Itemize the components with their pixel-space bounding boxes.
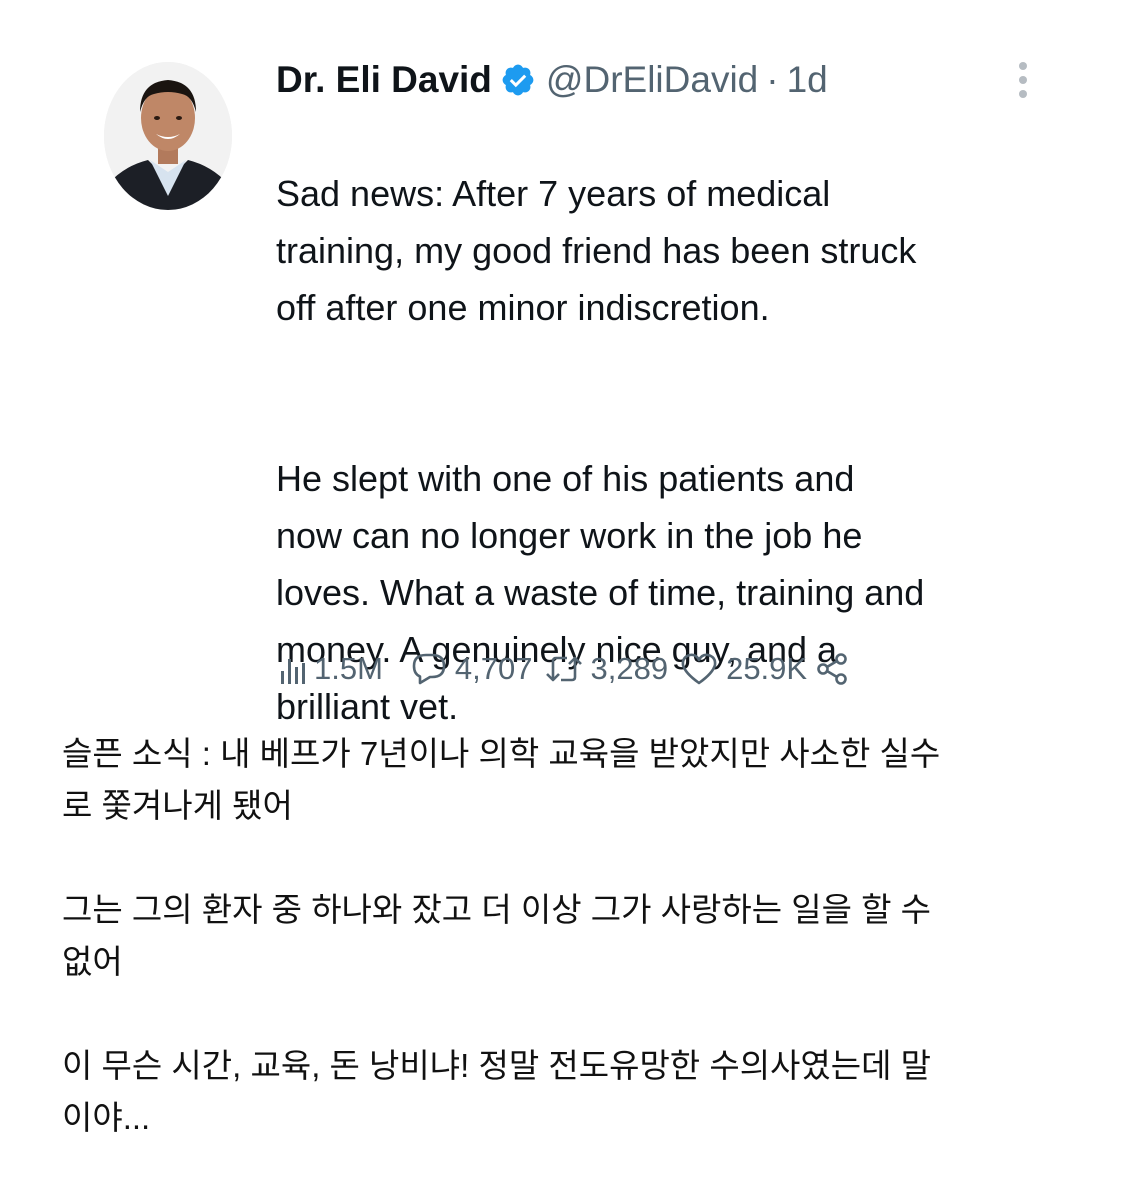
views-count: 1.5M xyxy=(314,651,383,686)
retweet-button[interactable]: 3,289 xyxy=(545,651,669,687)
tweet-paragraph: Sad news: After 7 years of medical train… xyxy=(276,173,917,328)
separator-dot: · xyxy=(766,59,779,100)
heart-icon xyxy=(680,652,718,686)
avatar-photo xyxy=(104,62,232,210)
translation-paragraph: 그는 그의 환자 중 하나와 잤고 더 이상 그가 사랑하는 일을 할 수 없어 xyxy=(62,891,932,980)
bar-chart-icon xyxy=(280,653,306,685)
tweet-paragraph: He slept with one of his patients and no… xyxy=(276,458,925,727)
like-count: 25.9K xyxy=(726,651,808,686)
share-icon xyxy=(815,652,849,686)
reply-count: 4,707 xyxy=(454,651,533,686)
more-dots-icon[interactable] xyxy=(1008,58,1038,102)
verified-badge-icon xyxy=(500,62,536,98)
tweet-actions: 1.5M 4,707 3,289 25.9K xyxy=(280,646,849,692)
reply-bubble-icon xyxy=(411,652,447,686)
retweet-count: 3,289 xyxy=(590,651,669,686)
translation-paragraph: 이 무슨 시간, 교육, 돈 낭비냐! 정말 전도유망한 수의사였는데 말 이야… xyxy=(62,1047,932,1136)
like-button[interactable]: 25.9K xyxy=(680,651,807,687)
reply-button[interactable]: 4,707 xyxy=(411,651,533,687)
views-button[interactable]: 1.5M xyxy=(280,651,383,687)
avatar[interactable] xyxy=(104,62,232,210)
share-button[interactable] xyxy=(815,652,849,686)
tweet-timestamp[interactable]: 1d xyxy=(787,59,828,101)
tweet-header: Dr. Eli David @DrEliDavid · 1d xyxy=(276,52,828,108)
tweet-card[interactable]: Dr. Eli David @DrEliDavid · 1d Sad news:… xyxy=(0,0,1146,727)
korean-translation: 슬픈 소식 : 내 베프가 7년이나 의학 교육을 받았지만 사소한 실수 로 … xyxy=(62,728,1092,1196)
author-name[interactable]: Dr. Eli David xyxy=(276,59,492,101)
translation-paragraph: 슬픈 소식 : 내 베프가 7년이나 의학 교육을 받았지만 사소한 실수 로 … xyxy=(62,735,941,824)
retweet-icon xyxy=(545,653,583,685)
author-handle[interactable]: @DrEliDavid xyxy=(546,59,758,101)
